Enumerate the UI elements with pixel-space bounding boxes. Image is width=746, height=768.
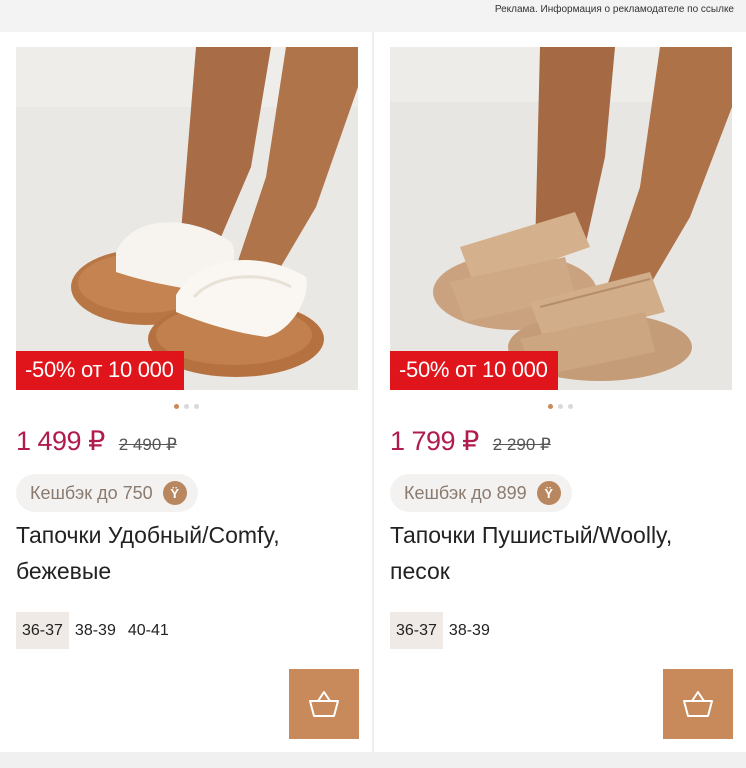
discount-badge: -50% от 10 000	[390, 351, 558, 390]
current-price: 1 799 ₽	[390, 426, 479, 456]
cashback-badge: Кешбэк до 750 Ÿ	[16, 474, 198, 512]
product-image[interactable]: -50% от 10 000	[16, 47, 358, 390]
add-to-cart-button[interactable]	[663, 669, 733, 739]
cashback-coin-icon: Ÿ	[162, 481, 187, 505]
cashback-label: Кешбэк до 899	[404, 482, 527, 503]
image-pager	[374, 404, 746, 409]
size-option[interactable]: 40-41	[122, 612, 175, 649]
cashback-label: Кешбэк до 750	[30, 482, 153, 503]
size-selector: 36-37 38-39	[390, 612, 496, 649]
image-pager	[0, 404, 372, 409]
product-card[interactable]: -50% от 10 000 1 499 ₽ 2 490 ₽ Кешбэк до…	[0, 32, 372, 752]
pager-dot[interactable]	[567, 404, 573, 409]
size-option[interactable]: 36-37	[390, 612, 443, 649]
size-option[interactable]: 38-39	[443, 612, 496, 649]
pager-dot[interactable]	[193, 404, 199, 409]
bottom-strip	[0, 752, 746, 768]
slippers-photo-comfy	[16, 47, 358, 390]
size-selector: 36-37 38-39 40-41	[16, 612, 175, 649]
product-title[interactable]: Тапочки Удобный/Comfy, бежевые	[16, 517, 356, 589]
shopping-basket-icon	[309, 691, 339, 717]
product-image[interactable]: -50% от 10 000	[390, 47, 732, 390]
old-price: 2 490 ₽	[118, 435, 177, 454]
product-title[interactable]: Тапочки Пушистый/Woolly, песок	[390, 517, 730, 589]
price-row: 1 799 ₽ 2 290 ₽	[390, 426, 551, 457]
pager-dot[interactable]	[547, 404, 553, 409]
size-option[interactable]: 36-37	[16, 612, 69, 649]
shopping-basket-icon	[683, 691, 713, 717]
old-price: 2 290 ₽	[492, 435, 551, 454]
pager-dot[interactable]	[173, 404, 179, 409]
cashback-badge: Кешбэк до 899 Ÿ	[390, 474, 572, 512]
product-card[interactable]: -50% от 10 000 1 799 ₽ 2 290 ₽ Кешбэк до…	[374, 32, 746, 752]
pager-dot[interactable]	[183, 404, 189, 409]
discount-badge: -50% от 10 000	[16, 351, 184, 390]
slippers-photo-woolly	[390, 47, 732, 390]
price-row: 1 499 ₽ 2 490 ₽	[16, 426, 177, 457]
cashback-coin-icon: Ÿ	[536, 481, 561, 505]
pager-dot[interactable]	[557, 404, 563, 409]
ad-notice[interactable]: Реклама. Информация о рекламодателе по с…	[495, 4, 734, 15]
top-strip	[0, 22, 746, 32]
add-to-cart-button[interactable]	[289, 669, 359, 739]
current-price: 1 499 ₽	[16, 426, 105, 456]
size-option[interactable]: 38-39	[69, 612, 122, 649]
